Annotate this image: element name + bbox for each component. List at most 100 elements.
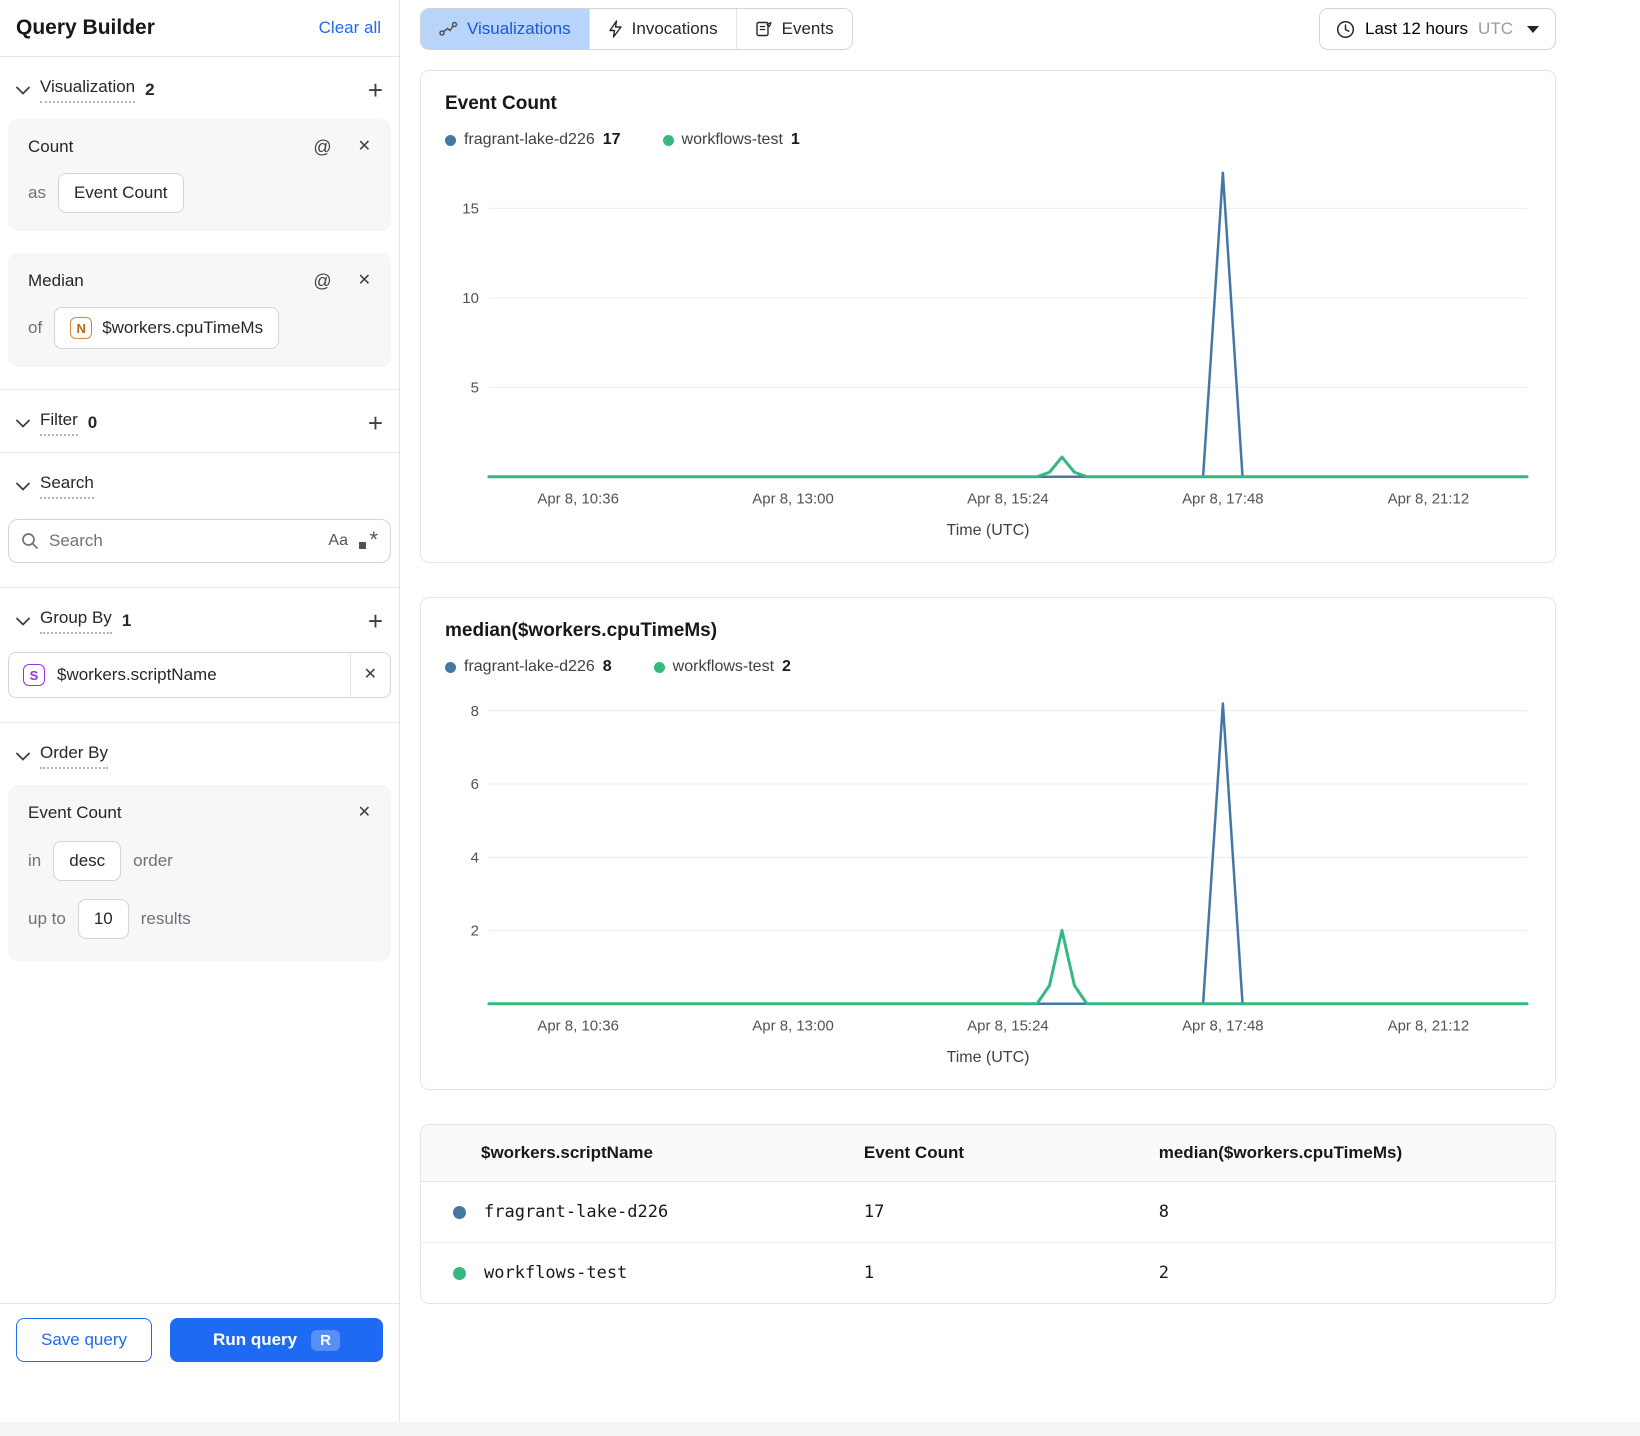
legend-item[interactable]: workflows-test 2 [653,658,791,676]
group-by-field-selector[interactable]: S $workers.scriptName [9,664,350,686]
legend-dot-icon [445,661,456,673]
legend-series-name: workflows-test [681,131,783,148]
svg-text:4: 4 [471,849,479,866]
series-dot-icon [453,1266,466,1280]
limit-input[interactable]: 10 [77,899,129,939]
visualization-count: 2 [145,80,155,99]
add-group-by-button[interactable]: + [368,608,383,634]
median-cell: 2 [1158,1263,1169,1283]
alias-field[interactable]: Event Count [57,173,184,213]
legend-series-value: 8 [602,658,612,675]
close-icon[interactable]: ✕ [364,667,377,683]
svg-text:Apr 8, 10:36: Apr 8, 10:36 [537,1018,619,1035]
event-count-chart-card: Event Count fragrant-lake-d226 17 workflow… [420,70,1556,563]
time-range-label: Last 12 hours [1365,19,1469,38]
at-mention-icon[interactable]: @ [313,272,331,290]
table-row: workflows-test 1 2 [421,1243,1555,1303]
event-count-chart: 5 10 15 Apr 8, 10:36 Apr 8, 13:00 Apr 8, 15:2… [445,159,1531,516]
tab-visualizations[interactable]: Visualizations [421,9,589,49]
legend-dot-icon [445,134,456,146]
svg-text:5: 5 [471,379,479,396]
svg-text:Apr 8, 17:48: Apr 8, 17:48 [1182,491,1264,508]
run-query-label: Run query [213,1330,298,1349]
clear-all-link[interactable]: Clear all [319,18,381,38]
save-query-button[interactable]: Save query [16,1318,152,1362]
group-by-count: 1 [121,611,132,630]
add-visualization-button[interactable]: + [368,77,383,103]
chevron-down-icon[interactable] [16,419,30,428]
tab-events[interactable]: Events [735,9,852,49]
time-range-dropdown[interactable]: Last 12 hours UTC [1319,8,1556,50]
clock-icon [1336,20,1355,38]
group-by-section-label: Group By [40,608,112,634]
results-table: $workers.scriptName Event Count median($… [420,1124,1556,1304]
field-name: $workers.cpuTimeMs [102,318,264,337]
legend-series-value: 17 [602,131,621,148]
table-row: fragrant-lake-d226 17 8 [421,1182,1555,1243]
remove-visualization-icon[interactable]: ✕ [358,273,371,289]
script-name-cell: fragrant-lake-d226 [421,1182,852,1242]
tab-invocations[interactable]: Invocations [588,9,736,49]
run-query-button[interactable]: Run query R [170,1318,383,1362]
visualization-card-median: Median @ ✕ of N $workers.cpuTimeMs [8,253,391,367]
legend-series-name: fragrant-lake-d226 [464,658,595,675]
order-by-field: Event Count [28,803,122,822]
chevron-down-icon[interactable] [16,86,30,95]
chevron-down-icon[interactable] [16,752,30,761]
svg-text:Apr 8, 21:12: Apr 8, 21:12 [1388,1018,1470,1035]
string-type-icon: S [23,664,45,686]
svg-text:15: 15 [462,200,479,217]
sort-direction-select[interactable]: desc [53,841,122,881]
add-filter-button[interactable]: + [368,410,383,436]
view-tabs: Visualizations Invocations Events [420,8,853,50]
field-selector[interactable]: N $workers.cpuTimeMs [54,307,280,349]
group-by-field-name: $workers.scriptName [57,665,217,684]
legend-series-name: fragrant-lake-d226 [464,131,595,148]
svg-text:10: 10 [462,290,479,307]
visualization-section-header: Visualization 2 + [0,57,399,119]
topbar: Visualizations Invocations Events Last 1… [420,8,1556,50]
svg-text:Apr 8, 15:24: Apr 8, 15:24 [967,491,1049,508]
legend-item[interactable]: workflows-test 1 [662,131,800,149]
chart-plot-area: 2 4 6 8 Apr 8, 10:36 Apr 8, 13:00 Apr 8, 15:24… [471,702,1529,1035]
script-name-cell: workflows-test [421,1243,852,1303]
at-mention-icon[interactable]: @ [313,138,331,156]
regex-icon[interactable]: * [358,527,378,552]
results-label: results [140,909,191,928]
search-input[interactable] [49,531,319,551]
legend-dot-icon [653,661,665,673]
app: Query Builder Clear all Visualization 2 … [0,0,1640,1422]
svg-text:Apr 8, 13:00: Apr 8, 13:00 [752,1018,834,1035]
svg-text:Apr 8, 17:48: Apr 8, 17:48 [1182,1018,1264,1035]
remove-visualization-icon[interactable]: ✕ [358,139,371,155]
x-axis-title: Time (UTC) [946,1049,1030,1066]
svg-text:Apr 8, 10:36: Apr 8, 10:36 [537,491,619,508]
chevron-down-icon[interactable] [16,482,30,491]
group-by-section-header: Group By 1 + [0,587,399,650]
filter-count: 0 [87,413,98,432]
match-case-icon[interactable]: Aa [328,532,348,550]
legend-item[interactable]: fragrant-lake-d226 8 [445,658,612,676]
median-cputime-chart-card: median($workers.cpuTimeMs) fragrant-lake… [420,597,1556,1090]
filter-section-label: Filter [40,410,78,436]
event-count-cell: 17 [863,1202,885,1222]
column-header: $workers.scriptName [481,1143,653,1162]
order-by-card: Event Count ✕ in desc order up to 10 res… [8,785,391,961]
remove-group-by-button[interactable]: ✕ [349,653,390,697]
results-table-body: fragrant-lake-d226 17 8 workflows-test 1 2 [421,1182,1555,1303]
legend-item[interactable]: fragrant-lake-d226 17 [445,131,621,149]
chart-legend: fragrant-lake-d226 17 workflows-test 1 [445,131,1531,149]
aggregation-label: Median [28,271,84,290]
legend-series-name: workflows-test [672,658,775,675]
tab-label: Invocations [631,19,718,38]
remove-order-by-icon[interactable]: ✕ [358,805,371,821]
svg-text:8: 8 [471,703,479,720]
legend-dot-icon [662,134,674,146]
group-by-item: S $workers.scriptName ✕ [8,652,391,698]
chevron-down-icon[interactable] [16,617,30,626]
keyboard-shortcut-badge: R [311,1329,340,1351]
events-doc-icon [755,21,772,37]
timezone-label: UTC [1478,19,1513,38]
as-label: as [28,183,46,202]
query-builder-sidebar: Query Builder Clear all Visualization 2 … [0,0,400,1422]
